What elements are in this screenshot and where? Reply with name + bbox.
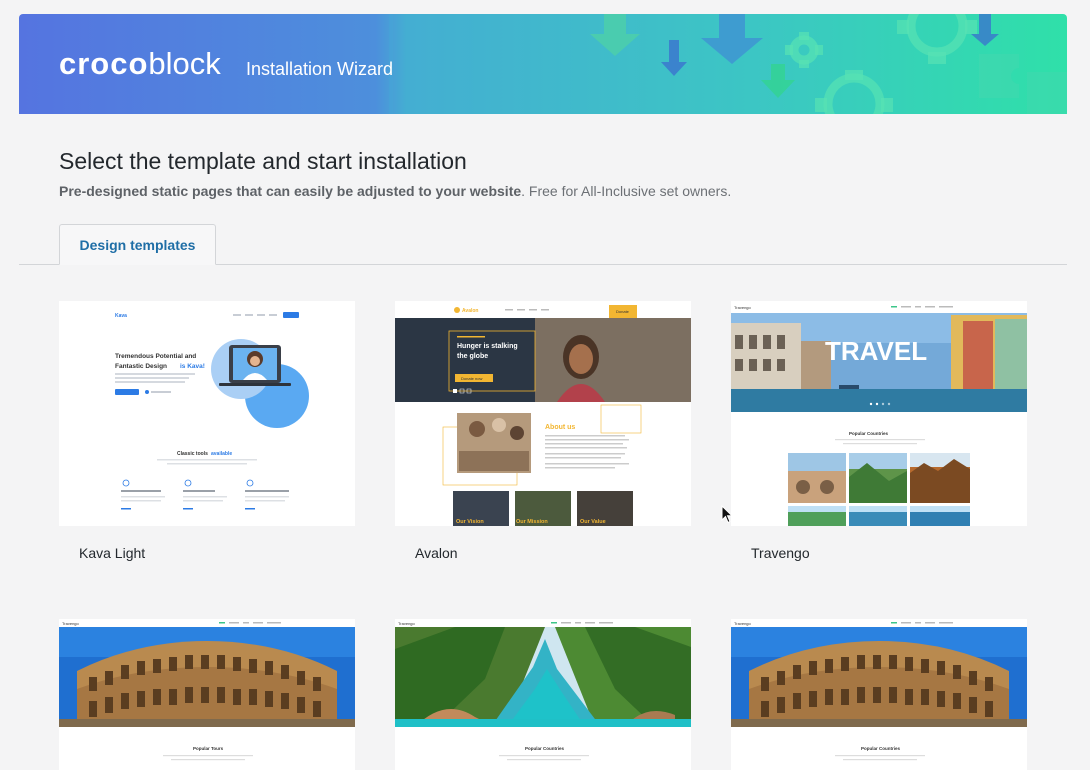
template-preview-kava-light[interactable]: Kava Tremendous Potential and Fantastic … [59,301,355,526]
svg-text:Hunger is stalking: Hunger is stalking [457,343,518,350]
svg-text:About us: About us [545,424,575,431]
svg-text:Avalon: Avalon [462,308,478,314]
svg-text:Popular Tours: Popular Tours [193,746,224,751]
svg-text:Travengo: Travengo [734,621,752,626]
svg-text:Donate now: Donate now [461,376,482,381]
page-title: Select the template and start installati… [59,148,467,174]
svg-text:Classic tools: Classic tools [177,451,208,457]
avalon-preview-image: Avalon Donate Hunger is stalking the glo… [395,301,691,526]
template-name[interactable]: Avalon [415,545,458,561]
svg-text:available: available [211,451,232,457]
template-preview-4[interactable]: Travengo Popular Tours [59,619,355,770]
svg-text:the globe: the globe [457,353,488,360]
svg-text:Popular Countries: Popular Countries [525,746,565,751]
crocoblock-logo: crocoblock [59,46,221,81]
svg-text:Donate: Donate [616,309,630,314]
page-subtitle: Pre-designed static pages that can easil… [59,183,732,199]
svg-text:Our Mission: Our Mission [516,519,548,525]
wizard-title: Installation Wizard [246,59,394,79]
template-preview-5[interactable]: Travengo Popular Countries [395,619,691,770]
svg-text:Popular Countries: Popular Countries [849,431,889,436]
colosseum-preview-image: Travengo Popular Tours [59,619,355,770]
svg-text:TRAVEL: TRAVEL [825,336,927,366]
kava-preview-image: Kava Tremendous Potential and Fantastic … [59,301,355,526]
lagoon-preview-image: Travengo Popular Countries [395,619,691,770]
colosseum-preview-image-2: Travengo Popular Countries [731,619,1027,770]
travengo-preview-image: Travengo TRAVEL Popular Countries [731,301,1027,526]
svg-text:Kava: Kava [115,313,127,319]
template-preview-travengo[interactable]: Travengo TRAVEL Popular Countries [731,301,1027,526]
svg-text:Travengo: Travengo [62,621,80,626]
tab-design-templates[interactable]: Design templates [59,224,216,265]
svg-text:Travengo: Travengo [398,621,416,626]
svg-text:Tremendous Potential and: Tremendous Potential and [115,353,196,360]
mouse-cursor-icon [721,505,733,524]
template-preview-6[interactable]: Travengo Popular Countries [731,619,1027,770]
template-name[interactable]: Kava Light [79,545,145,561]
svg-text:Travengo: Travengo [734,305,752,310]
svg-text:Our Value: Our Value [580,519,606,525]
header-banner: crocoblock Installation Wizard [19,14,1067,114]
svg-text:Popular Countries: Popular Countries [861,746,901,751]
svg-text:Fantastic Design: Fantastic Design [115,363,167,370]
template-preview-avalon[interactable]: Avalon Donate Hunger is stalking the glo… [395,301,691,526]
template-name[interactable]: Travengo [751,545,810,561]
svg-text:Our Vision: Our Vision [456,519,484,525]
